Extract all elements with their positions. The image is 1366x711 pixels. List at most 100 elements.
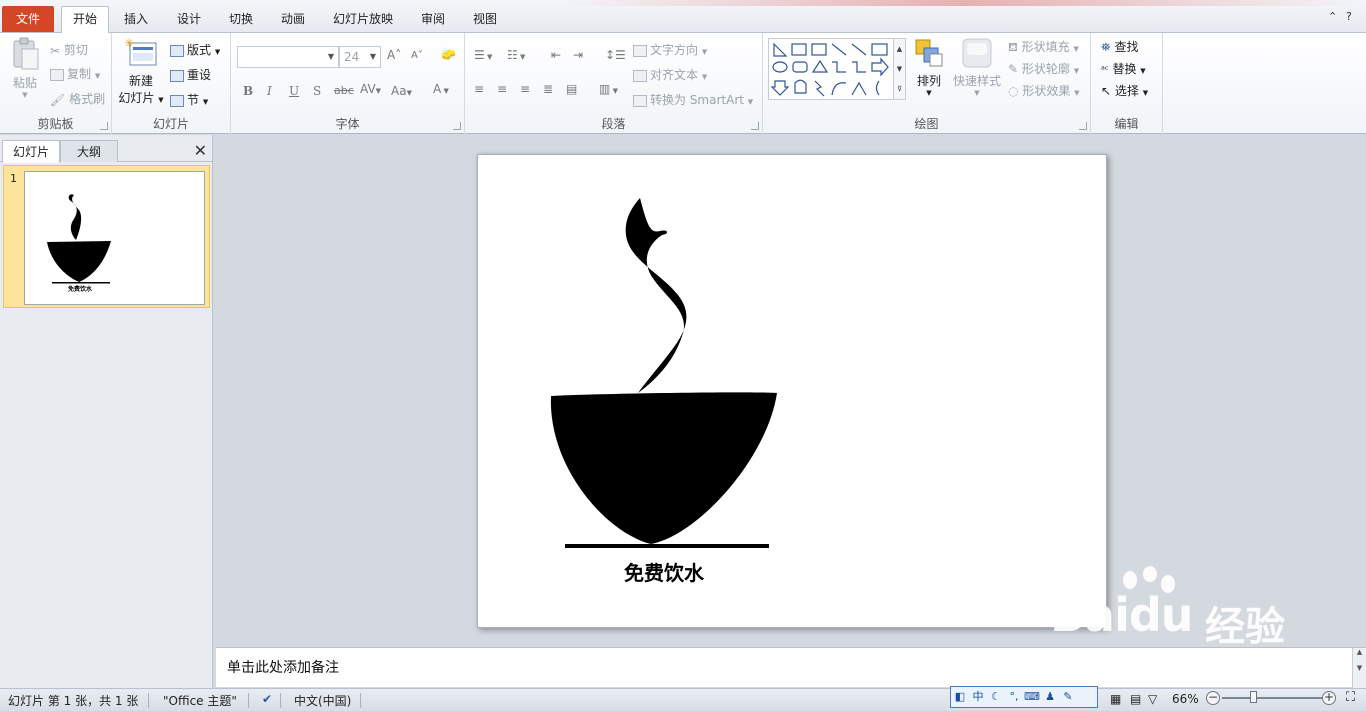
shrink-font-button[interactable]: A˅ (411, 50, 423, 61)
copy-button[interactable]: 复制 ▼ (50, 65, 100, 82)
increase-indent-button[interactable]: ⇥ (573, 48, 583, 62)
new-slide-button[interactable]: ✳ 新建 幻灯片 ▼ (118, 36, 164, 106)
quick-styles-button[interactable]: 快速样式 ▼ (951, 37, 1003, 97)
tab-review[interactable]: 审阅 (421, 8, 445, 33)
shape-outline-button[interactable]: ✎ 形状轮廓 ▼ (1008, 60, 1079, 77)
clear-format-button[interactable]: 🧽 (441, 47, 456, 61)
ime-moon-icon[interactable]: ☾ (987, 687, 1005, 707)
slideshow-view-icon[interactable]: ▽ (1148, 692, 1157, 706)
tab-file[interactable]: 文件 (2, 6, 54, 32)
format-painter-button[interactable]: 🖌 格式刷 (50, 90, 105, 107)
ime-user-icon[interactable]: ♟ (1041, 687, 1059, 707)
align-text-label: 对齐文本 (650, 68, 699, 82)
help-icon[interactable]: ? (1346, 10, 1352, 23)
select-button[interactable]: ↖ 选择 ▼ (1101, 82, 1148, 99)
group-editing: ⛯ 查找 ᵃᶜ 替换 ▼ ↖ 选择 ▼ 编辑 (1091, 33, 1163, 134)
drawing-launcher-icon[interactable] (1079, 122, 1087, 130)
decrease-indent-button[interactable]: ⇤ (551, 48, 561, 62)
numbering-button[interactable]: ☷ ▼ (507, 48, 525, 62)
paste-dropdown-icon[interactable]: ▼ (8, 91, 42, 99)
font-name-combo[interactable]: ▼ (237, 46, 339, 68)
shapes-gallery[interactable]: ▲ ▼ ⊽ (768, 38, 906, 100)
ime-logo-icon[interactable]: ◧ (951, 687, 969, 707)
ime-keyboard-icon[interactable]: ⌨ (1023, 687, 1041, 707)
convert-smartart-button[interactable]: 转换为 SmartArt ▼ (633, 91, 753, 108)
shapes-scroll[interactable]: ▲ ▼ ⊽ (893, 39, 905, 99)
notes-placeholder[interactable]: 单击此处添加备注 (227, 657, 339, 677)
tab-slideshow[interactable]: 幻灯片放映 (333, 8, 393, 33)
align-center-button[interactable]: ≡ (497, 82, 507, 96)
zoom-slider-thumb[interactable] (1250, 691, 1257, 703)
minimize-ribbon-icon[interactable]: ⌃ (1328, 10, 1337, 23)
tab-design[interactable]: 设计 (177, 8, 201, 33)
layout-button[interactable]: 版式 ▼ (170, 41, 220, 58)
zoom-in-button[interactable]: + (1322, 691, 1336, 705)
tab-animations[interactable]: 动画 (281, 8, 305, 33)
underline-button[interactable]: U (289, 84, 299, 98)
notes-scrollbar[interactable]: ▲ ▼ (1352, 648, 1366, 688)
sorter-view-icon[interactable]: ▤ (1130, 692, 1141, 706)
section-icon (170, 94, 184, 107)
shadow-button[interactable]: S (313, 84, 321, 98)
shape-effects-button[interactable]: ◌ 形状效果 ▼ (1008, 82, 1080, 99)
distributed-button[interactable]: ▤ (566, 82, 577, 96)
font-launcher-icon[interactable] (453, 122, 461, 130)
ime-settings-icon[interactable]: ✎ (1059, 687, 1077, 707)
tab-insert[interactable]: 插入 (124, 8, 148, 33)
spellcheck-icon[interactable]: ✔ (262, 692, 272, 706)
zoom-slider[interactable] (1222, 697, 1322, 699)
replace-label: 替换 (1112, 62, 1137, 76)
group-drawing: ▲ ▼ ⊽ 排列 ▼ 快速样式 ▼ ⛾ 形状填充 ▼ ✎ 形状轮廓 ▼ ◌ 形状效果… (763, 33, 1091, 134)
status-divider (148, 693, 149, 708)
thumb-caption: 免费饮水 (67, 286, 92, 293)
bowl-illustration[interactable] (478, 155, 1108, 629)
italic-button[interactable]: I (267, 84, 272, 98)
strikethrough-button[interactable]: abc (334, 84, 354, 97)
status-bar: 幻灯片 第 1 张，共 1 张 "Office 主题" ✔ 中文(中国) ▦ ▤… (0, 688, 1366, 711)
text-direction-button[interactable]: 文字方向 ▼ (633, 41, 707, 58)
normal-view-icon[interactable]: ▦ (1110, 692, 1121, 706)
align-text-button[interactable]: 对齐文本 ▼ (633, 66, 707, 83)
find-button[interactable]: ⛯ 查找 (1101, 38, 1138, 55)
clipboard-launcher-icon[interactable] (100, 122, 108, 130)
bullets-button[interactable]: ☰ ▼ (474, 48, 492, 62)
slide-canvas[interactable]: 免费饮水 (477, 154, 1107, 628)
zoom-level[interactable]: 66% (1172, 692, 1199, 706)
columns-button[interactable]: ▥ ▼ (599, 82, 618, 96)
char-spacing-icon: AV (360, 82, 376, 96)
tab-view[interactable]: 视图 (473, 8, 497, 33)
tab-outline[interactable]: 大纲 (60, 140, 118, 162)
bowl-base-line (565, 544, 769, 548)
close-icon[interactable]: ✕ (194, 141, 207, 160)
grow-font-button[interactable]: A˄ (387, 48, 401, 62)
reset-button[interactable]: 重设 (170, 66, 211, 83)
language[interactable]: 中文(中国) (294, 692, 351, 709)
char-spacing-button[interactable]: AV▼ (360, 82, 381, 96)
align-left-button[interactable]: ≡ (474, 82, 484, 96)
paste-button[interactable]: 粘贴 ▼ (8, 37, 42, 107)
line-spacing-button[interactable]: ↕☰ (605, 48, 626, 62)
steam-shape (625, 198, 687, 393)
paragraph-launcher-icon[interactable] (751, 122, 759, 130)
tab-transitions[interactable]: 切换 (229, 8, 253, 33)
arrange-button[interactable]: 排列 ▼ (909, 37, 949, 97)
align-right-button[interactable]: ≡ (520, 82, 530, 96)
shape-fill-button[interactable]: ⛾ 形状填充 ▼ (1008, 38, 1079, 56)
cut-button[interactable]: ✂ 剪切 (50, 41, 88, 58)
change-case-button[interactable]: Aa▼ (391, 84, 412, 98)
justify-button[interactable]: ≣ (543, 82, 553, 96)
ime-punct-icon[interactable]: °, (1005, 687, 1023, 707)
replace-button[interactable]: ᵃᶜ 替换 ▼ (1101, 60, 1146, 77)
bold-button[interactable]: B (243, 84, 253, 98)
fit-window-icon[interactable]: ⛶ (1346, 690, 1355, 705)
tab-home[interactable]: 开始 (61, 6, 110, 34)
slide-thumbnail-item[interactable]: 1 免费饮水 (3, 165, 210, 308)
font-color-button[interactable]: A ▼ (433, 82, 449, 96)
zoom-out-button[interactable]: − (1206, 691, 1220, 705)
slide-thumbnail[interactable]: 免费饮水 (24, 171, 205, 305)
font-size-combo[interactable]: 24 ▼ (339, 46, 381, 68)
section-button[interactable]: 节 ▼ (170, 91, 208, 108)
tab-slides[interactable]: 幻灯片 (2, 140, 60, 163)
ime-chinese-button[interactable]: 中 (969, 687, 987, 707)
slide-caption[interactable]: 免费饮水 (598, 557, 730, 586)
